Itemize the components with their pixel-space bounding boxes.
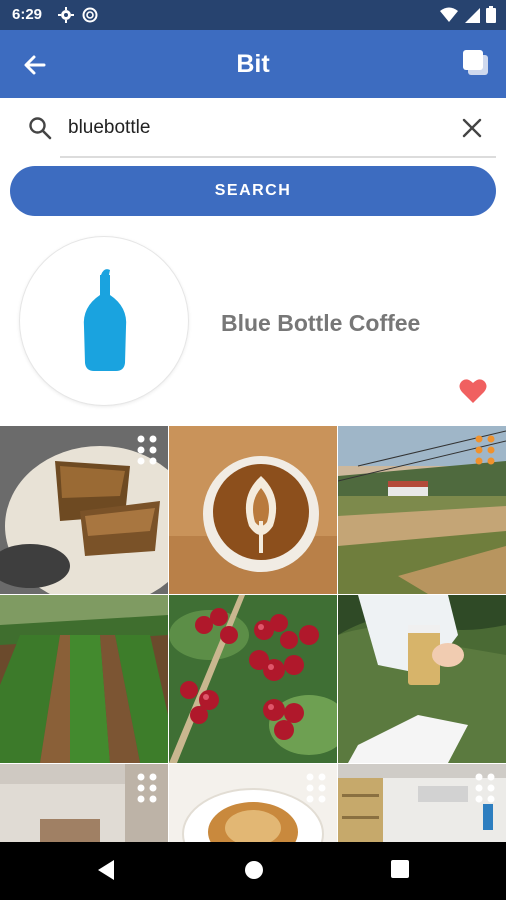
multi-photo-badge xyxy=(306,773,326,803)
blue-bottle-logo xyxy=(83,269,127,371)
recents-square-icon xyxy=(391,860,409,878)
status-time: 6:29 xyxy=(12,6,43,23)
profile-avatar xyxy=(20,237,188,405)
heart-icon xyxy=(459,379,487,403)
photo-grid xyxy=(0,426,506,842)
clear-search-button[interactable] xyxy=(461,117,483,139)
search-button[interactable]: SEARCH xyxy=(10,166,496,216)
favorite-button[interactable] xyxy=(459,378,487,404)
system-home-button[interactable] xyxy=(243,859,265,886)
photo-iced-coffee xyxy=(338,595,506,763)
system-back-button[interactable] xyxy=(96,859,116,886)
grid-tile-cafe-shelves[interactable] xyxy=(338,764,506,842)
sync-icon xyxy=(82,7,98,23)
multi-photo-badge xyxy=(475,435,495,465)
system-recents-button[interactable] xyxy=(390,859,410,884)
search-underline xyxy=(60,156,496,158)
magnifier-icon xyxy=(29,117,52,140)
profile-name: Blue Bottle Coffee xyxy=(221,310,421,336)
multi-photo-badge xyxy=(137,435,157,465)
grid-tile-farm-rows[interactable] xyxy=(0,595,168,763)
status-bar: 6:29 xyxy=(0,0,506,30)
copy-button[interactable] xyxy=(460,47,490,77)
grid-tile-landscape[interactable] xyxy=(338,426,506,594)
grid-tile-iced-coffee[interactable] xyxy=(338,595,506,763)
app-bar: Bit xyxy=(0,30,506,98)
photo-coffee-cherries xyxy=(169,595,337,763)
copy-icon xyxy=(463,50,488,75)
settings-icon xyxy=(58,7,74,23)
multi-photo-badge xyxy=(475,773,495,803)
back-triangle-icon xyxy=(98,860,114,880)
app-title: Bit xyxy=(236,50,270,78)
home-circle-icon xyxy=(245,861,263,879)
grid-tile-latte[interactable] xyxy=(169,426,337,594)
grid-tile-coffee-cherries[interactable] xyxy=(169,595,337,763)
system-nav-bar xyxy=(0,842,506,900)
multi-photo-badge xyxy=(137,773,157,803)
grid-tile-cafe-wall[interactable] xyxy=(0,764,168,842)
close-icon xyxy=(462,118,482,138)
grid-tile-banana-bread[interactable] xyxy=(0,426,168,594)
signal-icon xyxy=(465,7,480,23)
grid-tile-pastry[interactable] xyxy=(169,764,337,842)
battery-icon xyxy=(486,6,496,23)
search-input[interactable] xyxy=(68,114,448,142)
photo-farm-rows xyxy=(0,595,168,763)
search-row xyxy=(0,98,506,160)
photo-latte xyxy=(169,426,337,594)
wifi-icon xyxy=(440,7,458,22)
